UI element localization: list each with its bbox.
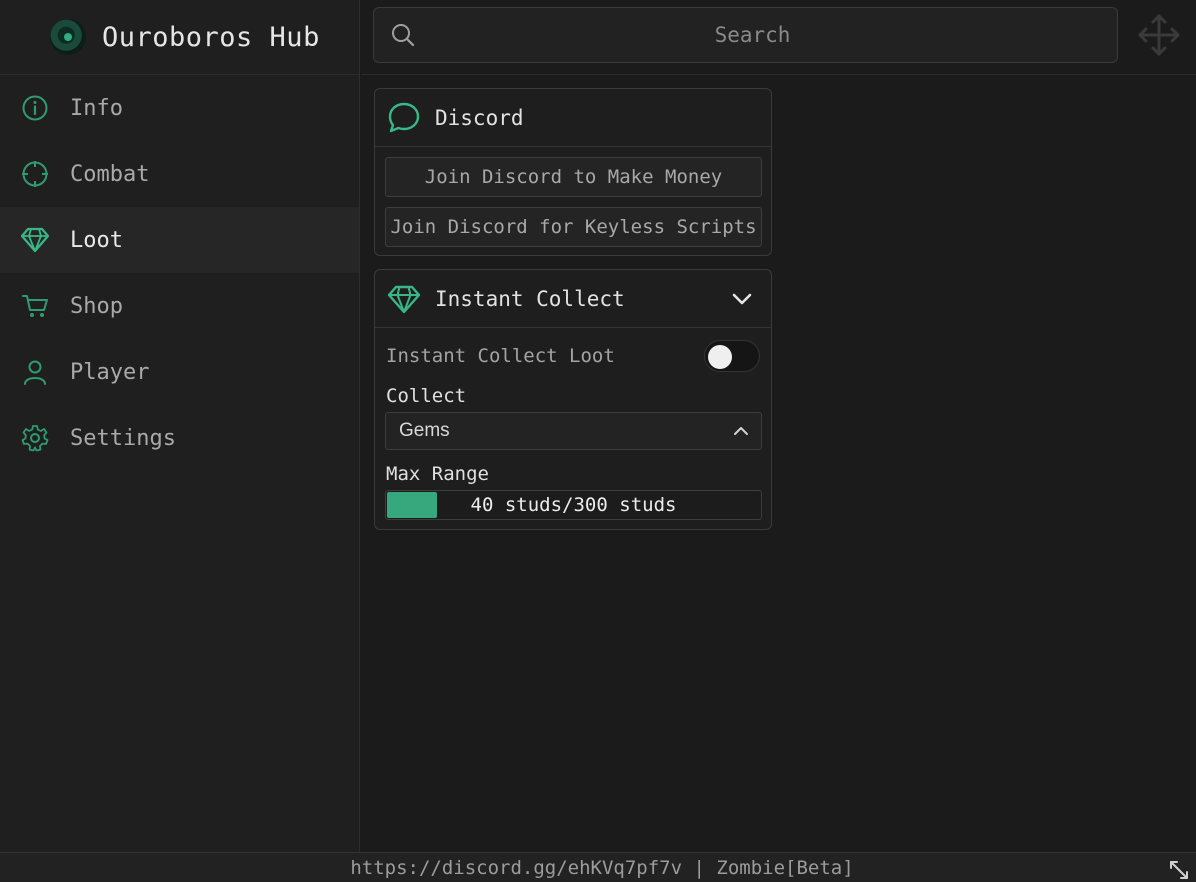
collect-dropdown-value: Gems (399, 420, 450, 441)
top-bar (361, 0, 1196, 75)
slider-value-text: 40 studs/300 studs (470, 494, 677, 516)
max-range-slider[interactable]: 40 studs/300 studs (385, 490, 762, 520)
sidebar-item-label: Shop (70, 293, 123, 319)
max-range-label: Max Range (386, 463, 489, 485)
search-icon (388, 20, 418, 50)
join-discord-money-button[interactable]: Join Discord to Make Money (385, 157, 762, 197)
section-title: Instant Collect (435, 286, 625, 311)
section-title: Discord (435, 105, 524, 130)
discord-section-header: Discord (375, 89, 771, 147)
sidebar-item-combat[interactable]: Combat (0, 141, 359, 207)
cart-icon (20, 291, 50, 321)
join-discord-keyless-button[interactable]: Join Discord for Keyless Scripts (385, 207, 762, 247)
sidebar-item-loot[interactable]: Loot (0, 207, 359, 273)
instant-collect-header[interactable]: Instant Collect (375, 270, 771, 328)
sidebar-nav: Info Combat Loot Shop Player Settings (0, 75, 359, 471)
info-icon (20, 93, 50, 123)
chevron-up-icon (731, 421, 751, 441)
gear-icon (20, 423, 50, 453)
sidebar-item-info[interactable]: Info (0, 75, 359, 141)
gem-icon (20, 225, 50, 255)
move-handle-icon[interactable] (1136, 12, 1182, 58)
crosshair-icon (20, 159, 50, 189)
discord-section: Discord Join Discord to Make Money Join … (374, 88, 772, 256)
search-input[interactable] (418, 8, 1117, 62)
sidebar: Ouroboros Hub Info Combat Loot Shop Play… (0, 0, 360, 852)
gem-icon (387, 282, 421, 316)
collect-label: Collect (386, 385, 467, 407)
sidebar-item-label: Loot (70, 227, 123, 253)
user-icon (20, 357, 50, 387)
chat-bubble-icon (387, 101, 421, 135)
app-title: Ouroboros Hub (102, 21, 320, 53)
chevron-down-icon[interactable] (729, 286, 755, 312)
ouroboros-logo-icon (50, 19, 86, 55)
footer-text: https://discord.gg/ehKVq7pf7v | Zombie[B… (350, 856, 854, 879)
footer-bar: https://discord.gg/ehKVq7pf7v | Zombie[B… (0, 852, 1196, 882)
instant-collect-loot-row: Instant Collect Loot (375, 328, 771, 384)
collect-dropdown[interactable]: Gems (385, 412, 762, 450)
resize-handle-icon[interactable] (1168, 859, 1190, 881)
sidebar-item-settings[interactable]: Settings (0, 405, 359, 471)
sidebar-item-label: Info (70, 95, 123, 121)
toggle-knob (708, 345, 732, 369)
sidebar-item-shop[interactable]: Shop (0, 273, 359, 339)
sidebar-item-label: Player (70, 359, 150, 385)
instant-collect-loot-toggle[interactable] (704, 340, 760, 372)
sidebar-item-label: Settings (70, 425, 176, 451)
toggle-label: Instant Collect Loot (386, 345, 615, 367)
sidebar-item-label: Combat (70, 161, 150, 187)
search-box (373, 7, 1118, 63)
brand-header: Ouroboros Hub (0, 0, 359, 75)
instant-collect-section: Instant Collect Instant Collect Loot Col… (374, 269, 772, 530)
sidebar-item-player[interactable]: Player (0, 339, 359, 405)
